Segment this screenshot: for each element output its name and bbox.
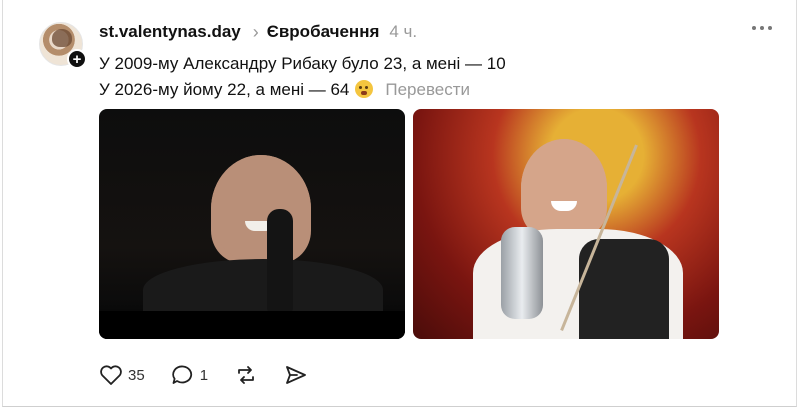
more-icon[interactable] <box>752 26 772 30</box>
post-image-1[interactable] <box>99 109 405 339</box>
post-line-2-row: У 2026-му йому 22, а мені — 64 Перевести <box>99 77 506 103</box>
share-button[interactable] <box>284 364 308 386</box>
username-link[interactable]: st.valentynas.day <box>99 22 241 42</box>
repost-button[interactable] <box>234 364 258 386</box>
post-image-2[interactable] <box>413 109 719 339</box>
share-icon <box>286 366 306 384</box>
like-button[interactable]: 35 <box>99 364 145 386</box>
surprised-emoji-icon <box>355 80 374 98</box>
repost-icon <box>238 366 254 384</box>
image-face <box>211 155 311 263</box>
post-card: + st.valentynas.day › Євробачення 4 ч. У… <box>2 0 797 407</box>
microphone-icon <box>501 227 543 319</box>
reply-button[interactable]: 1 <box>171 364 208 386</box>
microphone-icon <box>267 209 293 319</box>
reply-count: 1 <box>199 366 209 384</box>
post-header: st.valentynas.day › Євробачення 4 ч. <box>99 20 417 44</box>
chevron-right-icon: › <box>252 21 259 42</box>
post-time: 4 ч. <box>389 22 418 41</box>
post-line-2: У 2026-му йому 22, а мені — 64 <box>99 80 350 99</box>
topic-link[interactable]: Євробачення <box>267 22 380 42</box>
post-actions: 35 1 <box>99 364 334 386</box>
translate-link[interactable]: Перевести <box>385 80 470 99</box>
post-line-1: У 2009-му Александру Рибаку було 23, а м… <box>99 54 506 73</box>
avatar-container[interactable]: + <box>39 22 87 69</box>
image-letterbox <box>99 311 405 339</box>
follow-plus-icon[interactable]: + <box>67 49 87 69</box>
post-text: У 2009-му Александру Рибаку було 23, а м… <box>99 51 506 103</box>
like-count: 35 <box>128 366 145 384</box>
comment-icon <box>171 365 192 384</box>
image-face <box>521 139 607 237</box>
heart-icon <box>100 365 122 385</box>
